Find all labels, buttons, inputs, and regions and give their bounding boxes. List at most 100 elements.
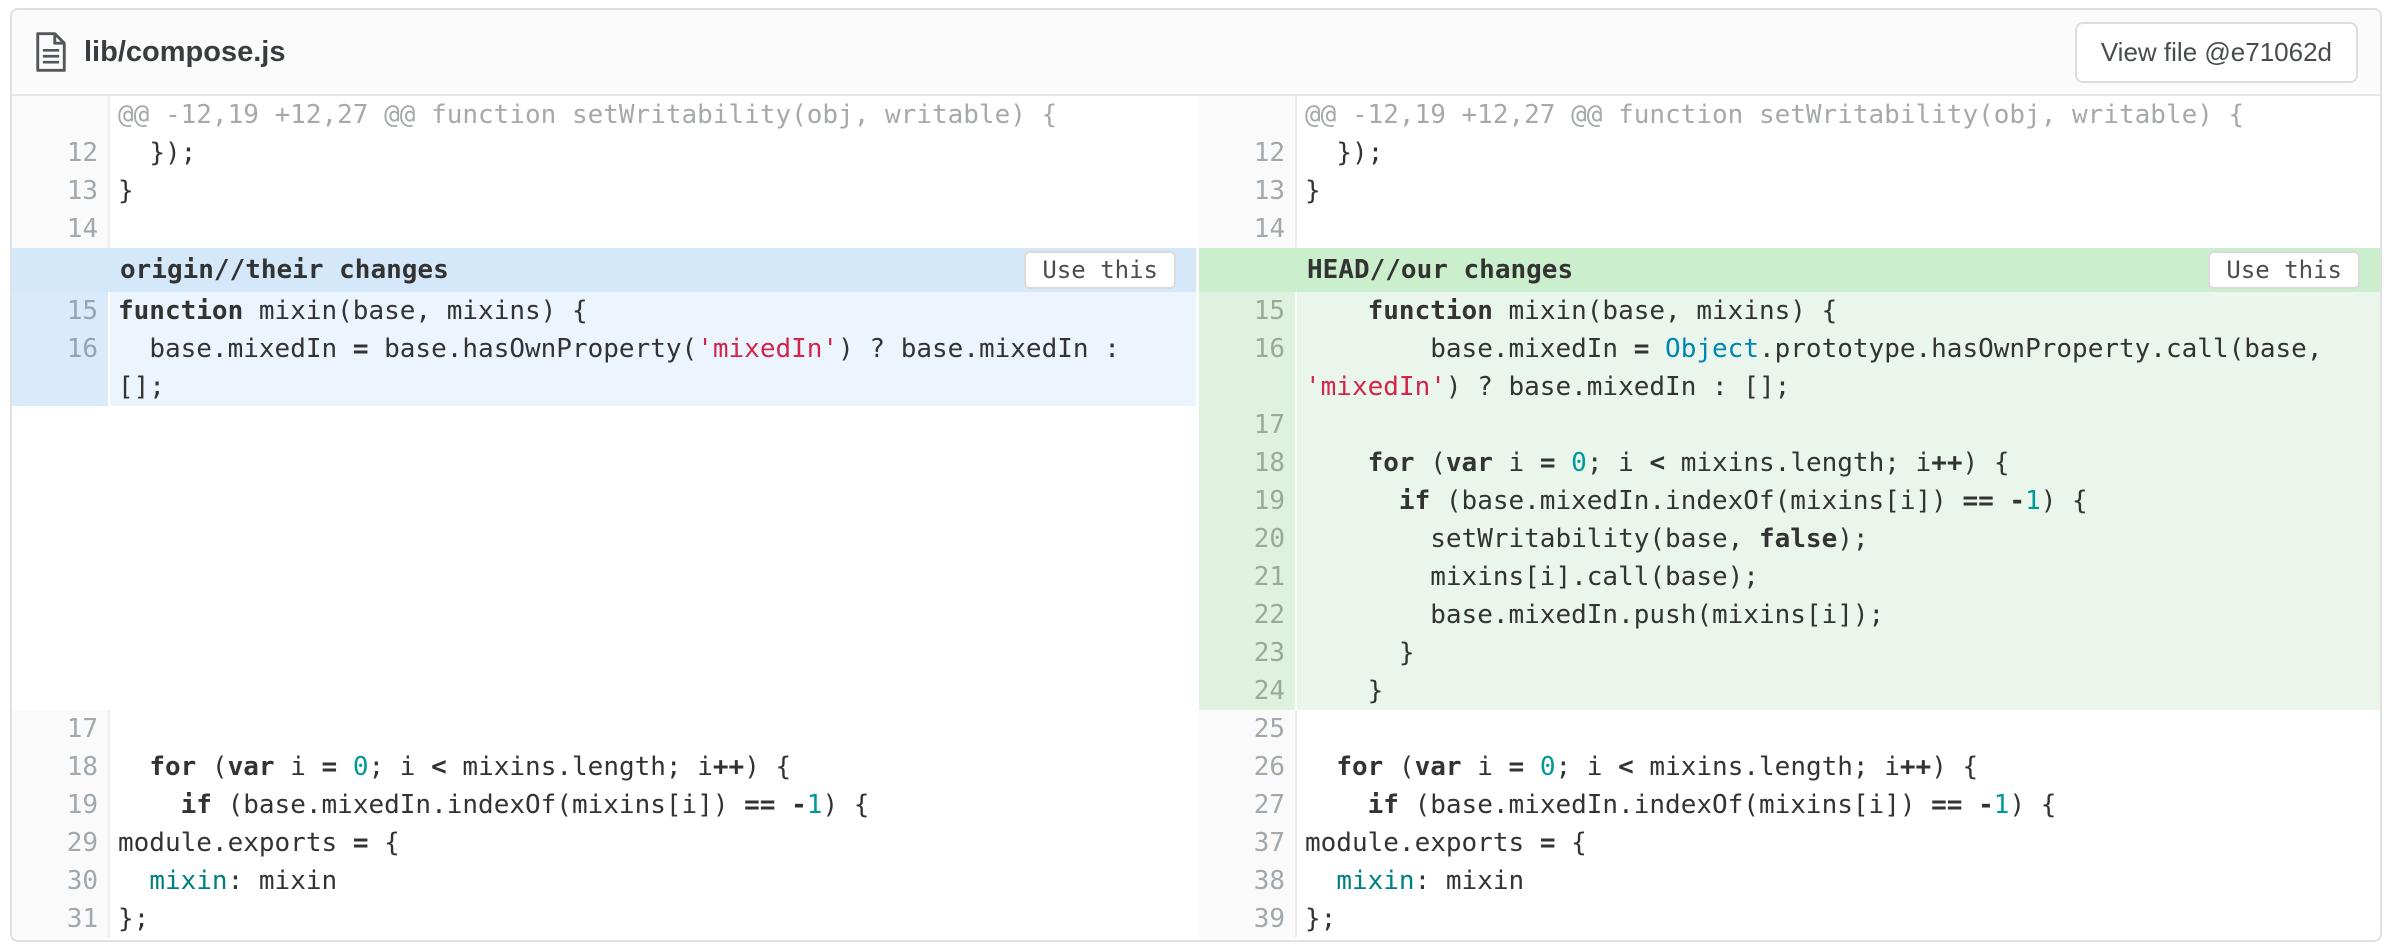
conflict-section-label: origin//their changes bbox=[120, 251, 449, 289]
code-token: : mixin bbox=[1415, 866, 1525, 896]
code-token: 'mixedIn' bbox=[1305, 372, 1446, 402]
line-number: 23 bbox=[1199, 634, 1297, 672]
code-token bbox=[1305, 866, 1336, 896]
code-token: ) { bbox=[2009, 790, 2056, 820]
view-file-button[interactable]: View file @e71062d bbox=[2075, 22, 2358, 83]
conflict-filler bbox=[12, 406, 1196, 710]
line-code: for (var i = 0; i < mixins.length; i++) … bbox=[1297, 748, 2380, 786]
hunk-header-row: @@ -12,19 +12,27 @@ function setWritabil… bbox=[12, 96, 1196, 134]
diff-line: 15 function mixin(base, mixins) { bbox=[1199, 292, 2380, 330]
line-number: 26 bbox=[1199, 748, 1297, 786]
line-code: base.mixedIn = Object.prototype.hasOwnPr… bbox=[1297, 330, 2380, 406]
code-token: ) ? base.mixedIn : []; bbox=[1446, 372, 1790, 402]
line-code: }); bbox=[1297, 134, 2380, 172]
line-code: mixin: mixin bbox=[1297, 862, 2380, 900]
code-token: = bbox=[1509, 752, 1525, 782]
code-token: 1 bbox=[2025, 486, 2041, 516]
code-token: var bbox=[1446, 448, 1493, 478]
code-token: ( bbox=[1383, 752, 1414, 782]
code-token bbox=[1305, 448, 1368, 478]
diff-line: 27 if (base.mixedIn.indexOf(mixins[i]) =… bbox=[1199, 786, 2380, 824]
line-code bbox=[1297, 710, 2380, 748]
line-number: 16 bbox=[12, 330, 110, 406]
code-token: i bbox=[1462, 752, 1509, 782]
diff-left-column: @@ -12,19 +12,27 @@ function setWritabil… bbox=[12, 96, 1196, 938]
code-token: ; i bbox=[369, 752, 432, 782]
line-number: 13 bbox=[12, 172, 110, 210]
line-number: 14 bbox=[12, 210, 110, 248]
line-code: base.mixedIn = base.hasOwnProperty('mixe… bbox=[110, 330, 1196, 406]
line-number: 19 bbox=[1199, 482, 1297, 520]
code-token bbox=[118, 752, 149, 782]
diff-line: 12 }); bbox=[12, 134, 1196, 172]
line-number: 39 bbox=[1199, 900, 1297, 938]
code-token: ); bbox=[1837, 524, 1868, 554]
code-token: 1 bbox=[1994, 790, 2010, 820]
diff-right-column: @@ -12,19 +12,27 @@ function setWritabil… bbox=[1196, 96, 2380, 938]
line-number: 27 bbox=[1199, 786, 1297, 824]
code-token bbox=[1305, 752, 1336, 782]
code-token: 0 bbox=[1571, 448, 1587, 478]
code-token: { bbox=[1555, 828, 1586, 858]
line-number: 20 bbox=[1199, 520, 1297, 558]
diff-line: 37module.exports = { bbox=[1199, 824, 2380, 862]
code-token: < bbox=[1649, 448, 1665, 478]
split-diff: @@ -12,19 +12,27 @@ function setWritabil… bbox=[12, 96, 2380, 938]
code-token: mixins[i].call(base); bbox=[1305, 562, 1759, 592]
code-token: ( bbox=[1415, 448, 1446, 478]
line-code: for (var i = 0; i < mixins.length; i++) … bbox=[1297, 444, 2380, 482]
conflict-section-label: HEAD//our changes bbox=[1307, 251, 1573, 289]
line-code: } bbox=[110, 172, 1196, 210]
code-token: mixins.length; i bbox=[1634, 752, 1900, 782]
code-token: if bbox=[1399, 486, 1430, 516]
diff-line: 13} bbox=[1199, 172, 2380, 210]
use-this-button-theirs[interactable]: Use this bbox=[1024, 251, 1176, 289]
code-token: mixin(base, mixins) { bbox=[1493, 296, 1837, 326]
hunk-header-text: @@ -12,19 +12,27 @@ function setWritabil… bbox=[110, 96, 1196, 134]
diff-line: 14 bbox=[12, 210, 1196, 248]
diff-line: 23 } bbox=[1199, 634, 2380, 672]
line-code: mixin: mixin bbox=[110, 862, 1196, 900]
line-code bbox=[1297, 210, 2380, 248]
diff-line: 18 for (var i = 0; i < mixins.length; i+… bbox=[1199, 444, 2380, 482]
diff-line: 17 bbox=[12, 710, 1196, 748]
code-token: } bbox=[1305, 676, 1383, 706]
line-number: 17 bbox=[1199, 406, 1297, 444]
line-code: } bbox=[1297, 672, 2380, 710]
code-token: - bbox=[1978, 790, 1994, 820]
conflict-resolution-page: lib/compose.js View file @e71062d @@ -12… bbox=[0, 0, 2392, 950]
line-number: 31 bbox=[12, 900, 110, 938]
line-number: 15 bbox=[12, 292, 110, 330]
code-token: 1 bbox=[807, 790, 823, 820]
line-number: 22 bbox=[1199, 596, 1297, 634]
code-token: } bbox=[1305, 638, 1415, 668]
diff-line: 12 }); bbox=[1199, 134, 2380, 172]
document-icon bbox=[34, 31, 68, 73]
diff-line: 16 base.mixedIn = base.hasOwnProperty('m… bbox=[12, 330, 1196, 406]
code-token: ++ bbox=[713, 752, 744, 782]
line-number: 12 bbox=[12, 134, 110, 172]
line-number: 21 bbox=[1199, 558, 1297, 596]
code-token: mixins.length; i bbox=[1665, 448, 1931, 478]
line-code: function mixin(base, mixins) { bbox=[110, 292, 1196, 330]
line-code: }; bbox=[1297, 900, 2380, 938]
code-token: mixin bbox=[1336, 866, 1414, 896]
conflict-section-header-theirs: origin//their changes Use this bbox=[12, 248, 1196, 292]
line-code: module.exports = { bbox=[1297, 824, 2380, 862]
code-token: == bbox=[744, 790, 775, 820]
code-token: ) { bbox=[744, 752, 791, 782]
code-token: for bbox=[149, 752, 196, 782]
code-token bbox=[1649, 334, 1665, 364]
code-token: < bbox=[1618, 752, 1634, 782]
line-code: mixins[i].call(base); bbox=[1297, 558, 2380, 596]
diff-line: 14 bbox=[1199, 210, 2380, 248]
diff-line: 30 mixin: mixin bbox=[12, 862, 1196, 900]
code-token: } bbox=[1305, 176, 1321, 206]
line-code: } bbox=[1297, 634, 2380, 672]
code-token: function bbox=[1368, 296, 1493, 326]
line-code: }; bbox=[110, 900, 1196, 938]
code-token: ) { bbox=[2041, 486, 2088, 516]
code-token: = bbox=[1540, 828, 1556, 858]
use-this-button-ours[interactable]: Use this bbox=[2208, 251, 2360, 289]
code-token: }; bbox=[118, 904, 149, 934]
